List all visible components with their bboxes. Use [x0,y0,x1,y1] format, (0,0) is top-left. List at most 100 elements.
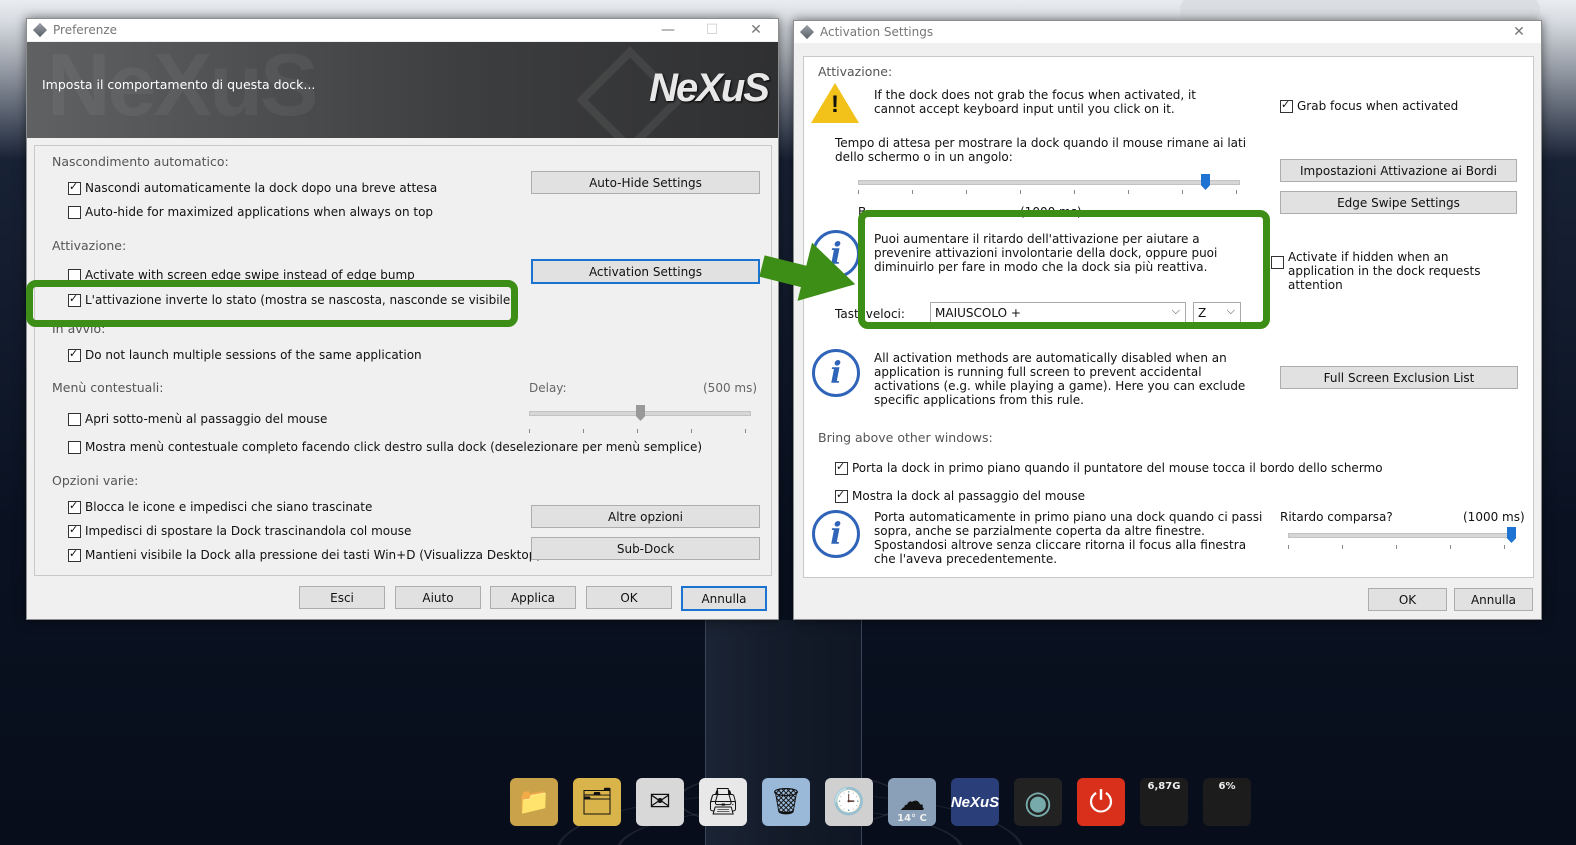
checkbox-box[interactable] [68,180,81,195]
checkbox-box[interactable] [68,440,81,454]
checkbox-show-on-hover[interactable]: Mostra la dock al passaggio del mouse [835,488,1086,503]
full-screen-exclusion-button[interactable]: Full Screen Exclusion List [1280,366,1518,389]
cpu-meter-icon[interactable]: 6% [1203,778,1251,826]
slider-track [1288,533,1516,538]
exit-button[interactable]: Esci [299,586,385,609]
nexus-icon[interactable]: NeXuS [951,778,999,826]
cpu-meter-caption: 6% [1218,781,1236,792]
weather-icon[interactable]: ☁ 14° C [888,778,936,826]
documents-glyph: 🗂 [580,787,614,817]
checkbox-label: Grab focus when activated [1297,99,1459,113]
documents-icon[interactable]: 🗂 [573,778,621,826]
edge-activation-button[interactable]: Impostazioni Attivazione ai Bordi [1280,159,1517,182]
slider-thumb[interactable] [636,405,645,421]
nexus-glyph: NeXuS [950,793,1000,811]
checkbox-label: Blocca le icone e impedisci che siano tr… [85,500,373,514]
mail-icon[interactable]: ✉ [636,778,684,826]
section-autohide: Nascondimento automatico: [52,154,229,169]
checkbox-bring-on-edge[interactable]: Porta la dock in primo piano quando il p… [835,460,1383,475]
ok-button[interactable]: OK [586,586,672,609]
checkbox-submenu-hover[interactable]: Apri sotto-menù al passaggio del mouse [68,412,327,426]
checkbox-label: Do not launch multiple sessions of the s… [85,348,422,362]
cancel-button[interactable]: Annulla [681,586,767,611]
delay-slider[interactable] [529,405,751,433]
autohide-settings-button[interactable]: Auto-Hide Settings [531,171,760,194]
checkbox-box[interactable] [835,488,848,503]
webcam-icon[interactable]: ◉ [1014,778,1062,826]
printer-icon[interactable]: 🖨 [699,778,747,826]
appear-delay-value: (1000 ms) [1463,510,1525,524]
banner-subtitle: Imposta il comportamento di questa dock.… [42,77,316,92]
edge-swipe-button[interactable]: Edge Swipe Settings [1280,191,1517,214]
slider-ticks [858,190,1240,194]
power-icon[interactable]: ⏻ [1077,778,1125,826]
edge-delay-slider[interactable] [858,174,1240,194]
checkbox-box[interactable] [1280,98,1293,113]
window-title: Activation Settings [820,25,934,39]
close-button[interactable]: ✕ [734,22,778,38]
activation-settings-button[interactable]: Activation Settings [531,259,760,284]
section-misc: Opzioni varie: [52,473,139,488]
folder-icon[interactable]: 📁 [510,778,558,826]
checkbox-label: Activate if hidden when an application i… [1288,250,1481,292]
checkbox-label: Mostra la dock al passaggio del mouse [852,489,1086,503]
sub-dock-button[interactable]: Sub-Dock [531,537,760,560]
memory-meter-caption: 6,87G [1147,781,1181,792]
checkbox-hidden-attention[interactable]: Activate if hidden when an application i… [1271,250,1516,292]
checkbox-single-session[interactable]: Do not launch multiple sessions of the s… [68,347,422,362]
appear-delay-slider[interactable] [1288,527,1516,549]
minimize-button[interactable]: — [646,22,690,38]
fullscreen-info-text: All activation methods are automatically… [874,351,1246,407]
header-banner: NeXuS Imposta il comportamento di questa… [27,42,778,138]
recycle-bin-icon[interactable]: 🗑 [762,778,810,826]
checkbox-box[interactable] [1271,256,1284,269]
more-options-button[interactable]: Altre opzioni [531,505,760,528]
slider-thumb[interactable] [1201,174,1210,190]
checkbox-full-context-menu[interactable]: Mostra menù contestuale completo facendo… [68,440,702,454]
info-icon: i [812,510,860,558]
app-icon [32,22,48,38]
checkbox-box[interactable] [68,523,81,538]
checkbox-box[interactable] [68,347,81,362]
checkbox-box[interactable] [835,460,848,475]
title-bar[interactable]: Activation Settings ✕ [794,21,1541,43]
delay-value: (500 ms) [703,381,758,395]
power-glyph: ⏻ [1089,784,1113,820]
checkbox-label: Auto-hide for maximized applications whe… [85,205,434,219]
help-button[interactable]: Aiuto [395,586,481,609]
title-bar[interactable]: Preferenze — ☐ ✕ [27,19,778,41]
checkbox-label: Mostra menù contestuale completo facendo… [85,440,703,454]
cancel-button[interactable]: Annulla [1454,588,1533,611]
section-bring-above: Bring above other windows: [818,430,993,445]
clock-glyph: 🕒 [832,787,866,817]
highlight-hotkeys [858,210,1270,329]
checkbox-lock-dock[interactable]: Impedisci di spostare la Dock trascinand… [68,523,411,538]
checkbox-box[interactable] [68,205,81,219]
recycle-bin-glyph: 🗑 [769,787,803,817]
checkbox-autohide-maximized[interactable]: Auto-hide for maximized applications whe… [68,205,433,219]
clock-icon[interactable]: 🕒 [825,778,873,826]
checkbox-winD-visible[interactable]: Mantieni visibile la Dock alla pressione… [68,547,541,562]
apply-button[interactable]: Applica [490,586,576,609]
slider-ticks [529,429,751,433]
checkbox-autohide[interactable]: Nascondi automaticamente la dock dopo un… [68,180,437,195]
checkbox-box[interactable] [68,499,81,514]
slider-ticks [1288,545,1516,549]
checkbox-label: Apri sotto-menù al passaggio del mouse [85,412,328,426]
bring-info-text: Porta automaticamente in primo piano una… [874,510,1263,566]
maximize-button[interactable]: ☐ [690,22,734,38]
checkbox-box[interactable] [68,412,81,426]
section-context-menus: Menù contestuali: [52,380,164,395]
checkbox-box[interactable] [68,547,81,562]
delay-label: Delay: [529,381,567,395]
memory-meter-icon[interactable]: 6,87G [1140,778,1188,826]
checkbox-lock-icons[interactable]: Blocca le icone e impedisci che siano tr… [68,499,373,514]
ok-button[interactable]: OK [1368,588,1447,611]
wait-time-text: Tempo di attesa per mostrare la dock qua… [835,136,1247,164]
mail-glyph: ✉ [649,787,671,817]
close-button[interactable]: ✕ [1497,24,1541,40]
checkbox-grab-focus[interactable]: Grab focus when activated [1280,98,1459,113]
focus-warning-text: If the dock does not grab the focus when… [874,88,1197,116]
slider-thumb[interactable] [1507,527,1516,543]
highlight-invert-state [26,280,518,327]
